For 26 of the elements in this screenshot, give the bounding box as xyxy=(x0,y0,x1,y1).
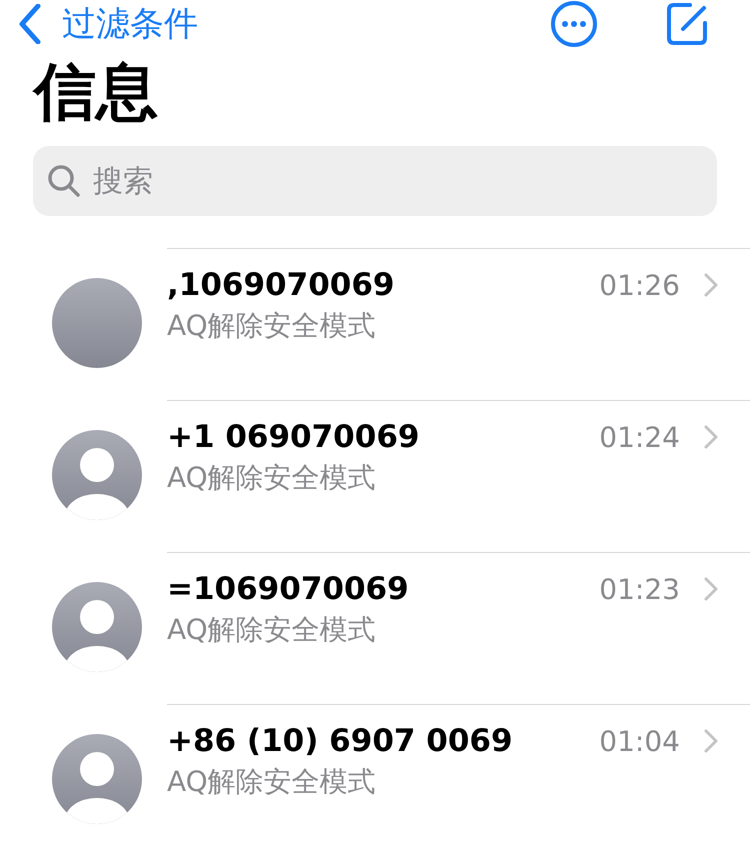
back-chevron-icon xyxy=(18,4,42,44)
contact-name: ,1069070069 xyxy=(167,267,396,303)
chevron-icon xyxy=(704,273,718,297)
message-preview: AQ解除安全模式 xyxy=(167,612,377,648)
back-button[interactable]: 过滤条件 xyxy=(18,1,198,47)
person-avatar-icon xyxy=(52,734,142,824)
contact-name: +86 (10) 6907 0069 xyxy=(167,723,514,759)
message-preview: AQ解除安全模式 xyxy=(167,460,377,496)
message-time: 01:23 xyxy=(599,572,680,606)
contact-name: =1069070069 xyxy=(167,571,410,607)
message-time: 01:26 xyxy=(599,268,680,302)
avatar-icon xyxy=(52,278,142,368)
message-time: 01:24 xyxy=(599,420,680,454)
search-field[interactable]: 搜索 xyxy=(33,146,717,216)
more-icon[interactable] xyxy=(550,0,598,48)
chevron-icon xyxy=(704,425,718,449)
contact-name: +1 069070069 xyxy=(167,419,420,455)
message-preview: AQ解除安全模式 xyxy=(167,308,377,344)
chevron-icon xyxy=(704,577,718,601)
message-preview: AQ解除安全模式 xyxy=(167,764,377,800)
compose-icon[interactable] xyxy=(666,1,710,47)
person-avatar-icon xyxy=(52,582,142,672)
message-time: 01:04 xyxy=(599,724,680,758)
person-avatar-icon xyxy=(52,430,142,520)
page-title: 信息 xyxy=(34,54,159,130)
chevron-icon xyxy=(704,729,718,753)
